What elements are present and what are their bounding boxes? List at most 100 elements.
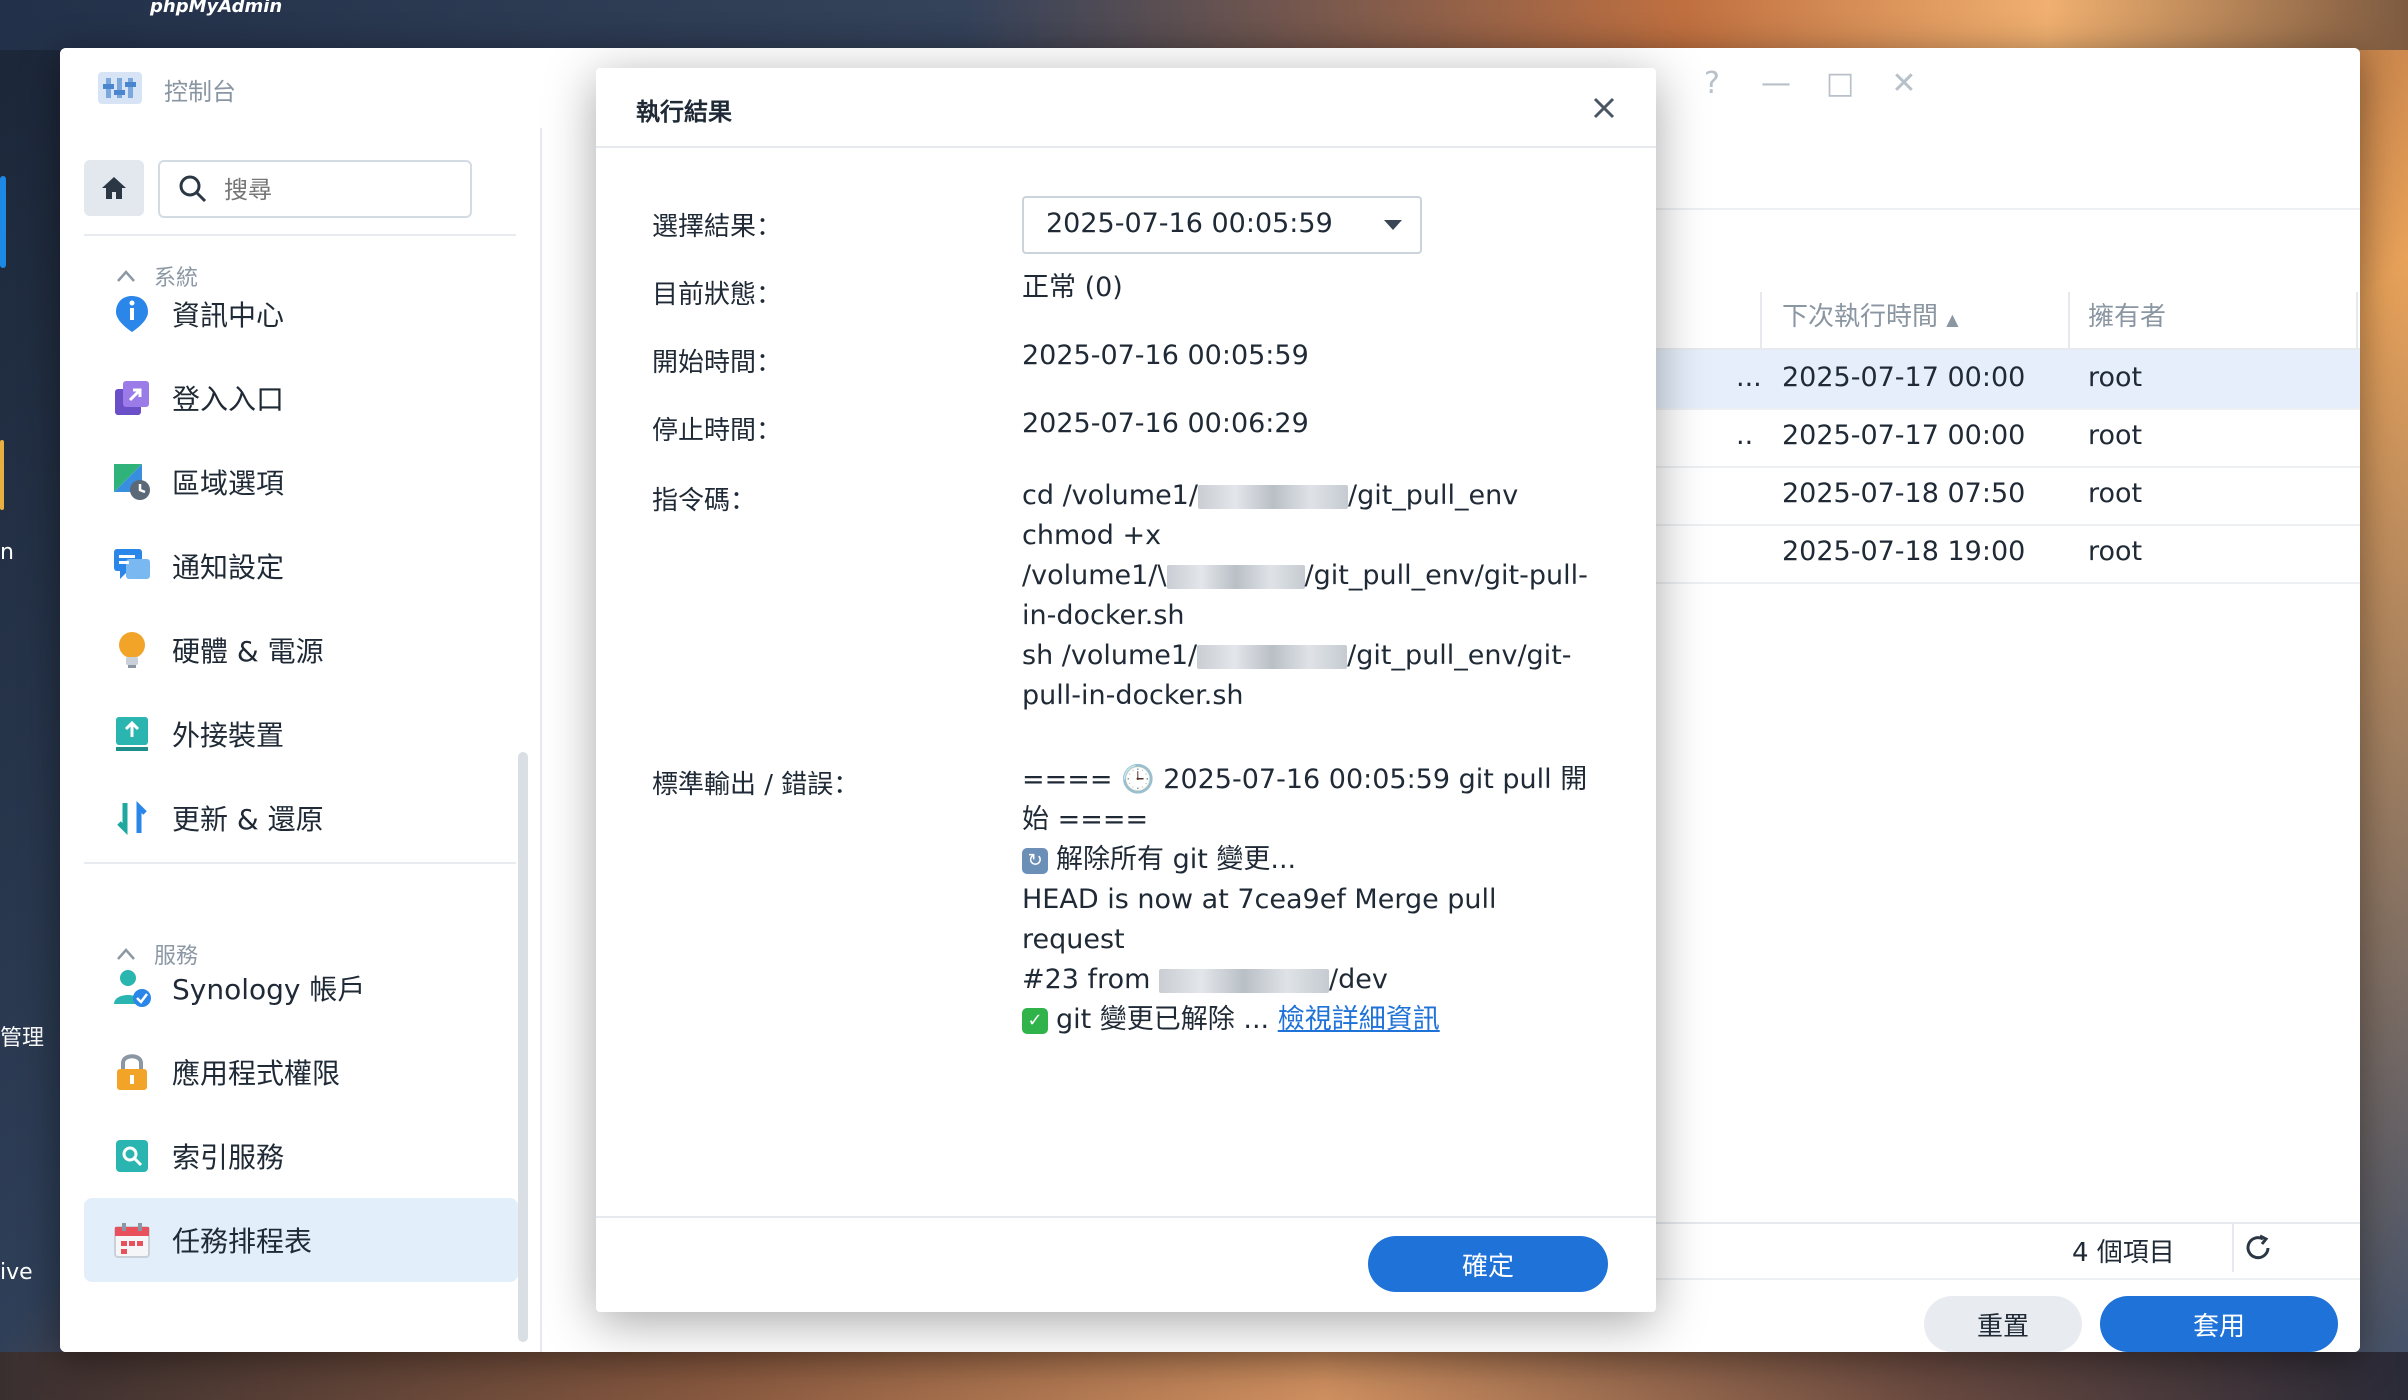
desktop-bottom-strip	[0, 1352, 2408, 1400]
column-header-owner[interactable]: 擁有者	[2088, 296, 2166, 333]
result-select-value: 2025-07-16 00:05:59	[1046, 208, 1333, 239]
divider	[84, 862, 516, 864]
cell-prefix: ...	[1736, 362, 1762, 393]
cell-next-run: 2025-07-17 00:00	[1782, 420, 2026, 451]
control-panel-icon	[98, 68, 142, 108]
cell-owner: root	[2088, 362, 2143, 393]
sidebar-item-label: 通知設定	[172, 551, 285, 584]
value-status: 正常 (0)	[1022, 272, 1123, 303]
apply-button[interactable]: 套用	[2100, 1296, 2338, 1352]
search-input[interactable]	[222, 172, 456, 208]
desktop-label: 管理	[0, 1026, 45, 1051]
sidebar-item-update-restore[interactable]: 更新 & 還原	[84, 776, 540, 860]
redacted-text	[1159, 968, 1329, 993]
value-start-time: 2025-07-16 00:05:59	[1022, 340, 1309, 371]
column-divider	[2068, 292, 2070, 348]
sidebar: 系統 資訊中心 登入入口 區域選項 通知設定	[60, 128, 542, 1352]
desktop-dock-item[interactable]	[0, 176, 6, 268]
label-select-result: 選擇結果：	[652, 212, 783, 242]
redacted-text	[1197, 484, 1348, 509]
minimize-icon[interactable]: —	[1756, 66, 1796, 101]
sidebar-item-indexing-service[interactable]: 索引服務	[84, 1114, 540, 1198]
sidebar-item-label: 索引服務	[172, 1141, 285, 1174]
close-icon[interactable]: ✕	[1884, 66, 1924, 101]
dialog-header[interactable]: 執行結果	[596, 68, 1656, 148]
dialog-footer-divider	[596, 1216, 1656, 1218]
sidebar-item-hardware-power[interactable]: 硬體 & 電源	[84, 608, 540, 692]
refresh-icon	[2246, 1234, 2270, 1260]
sidebar-item-label: 資訊中心	[172, 299, 285, 332]
desktop-dock-item[interactable]	[0, 440, 4, 510]
label-command: 指令碼：	[652, 486, 757, 516]
result-select[interactable]: 2025-07-16 00:05:59	[1022, 196, 1422, 254]
column-divider	[1760, 292, 1762, 348]
login-portal-icon	[112, 378, 152, 418]
app-privileges-icon	[112, 1052, 152, 1092]
cell-prefix: ..	[1736, 420, 1754, 451]
cell-owner: root	[2088, 420, 2143, 451]
label-stop-time: 停止時間：	[652, 416, 783, 446]
reset-button[interactable]: 重置	[1924, 1296, 2082, 1352]
cell-owner: root	[2088, 536, 2143, 567]
sidebar-item-label: 更新 & 還原	[172, 803, 324, 836]
desktop-label: n	[0, 540, 14, 565]
dialog-close-button[interactable]	[1582, 86, 1626, 130]
update-restore-icon	[112, 798, 152, 838]
indexing-service-icon	[112, 1136, 152, 1176]
synology-account-icon	[112, 968, 152, 1008]
cell-next-run: 2025-07-18 07:50	[1782, 478, 2026, 509]
sidebar-item-external-devices[interactable]: 外接裝置	[84, 692, 540, 776]
value-command: cd /volume1//git_pull_env chmod +x /volu…	[1022, 480, 1588, 711]
redacted-text	[1197, 644, 1348, 669]
home-button[interactable]	[84, 160, 144, 216]
dialog-title: 執行結果	[636, 98, 732, 126]
execution-result-dialog: 執行結果 選擇結果： 2025-07-16 00:05:59 目前狀態： 正常 …	[596, 68, 1656, 1312]
sidebar-item-label: Synology 帳戶	[172, 973, 366, 1006]
column-divider	[2356, 292, 2358, 348]
value-output: ==== 🕒 2025-07-16 00:05:59 git pull 開 始 …	[1022, 764, 1588, 1035]
desktop-top-strip	[0, 0, 2408, 50]
cell-next-run: 2025-07-18 19:00	[1782, 536, 2026, 567]
maximize-icon[interactable]: □	[1820, 66, 1860, 101]
refresh-button[interactable]	[2232, 1224, 2282, 1272]
search-icon	[179, 175, 207, 203]
search-box[interactable]	[158, 160, 472, 218]
redacted-text	[1166, 564, 1305, 589]
sidebar-item-login-portal[interactable]: 登入入口	[84, 356, 540, 440]
sidebar-item-regional-options[interactable]: 區域選項	[84, 440, 540, 524]
check-mark-icon: ✓	[1022, 1007, 1048, 1034]
cell-next-run: 2025-07-17 00:00	[1782, 362, 2026, 393]
sidebar-item-label: 硬體 & 電源	[172, 635, 324, 668]
sidebar-item-notification[interactable]: 通知設定	[84, 524, 540, 608]
sidebar-item-app-privileges[interactable]: 應用程式權限	[84, 1030, 540, 1114]
cell-owner: root	[2088, 478, 2143, 509]
sort-ascending-icon: ▲	[1946, 310, 1959, 329]
view-details-link[interactable]: 檢視詳細資訊	[1278, 1004, 1440, 1035]
sidebar-item-label: 外接裝置	[172, 719, 285, 752]
label-current-status: 目前狀態：	[652, 280, 783, 310]
refresh-emoji-icon: ↻	[1022, 847, 1048, 874]
sidebar-scrollbar[interactable]	[518, 752, 528, 1342]
regional-options-icon	[112, 462, 152, 502]
label-output: 標準輸出 / 錯誤：	[652, 770, 860, 800]
label-start-time: 開始時間：	[652, 348, 783, 378]
sidebar-item-task-scheduler[interactable]: 任務排程表	[84, 1198, 518, 1282]
value-stop-time: 2025-07-16 00:06:29	[1022, 408, 1309, 439]
sidebar-item-info-center[interactable]: 資訊中心	[84, 272, 540, 356]
sidebar-item-label: 應用程式權限	[172, 1057, 341, 1090]
caret-down-icon	[1384, 220, 1402, 230]
desktop-app-label[interactable]: phpMyAdmin	[150, 0, 282, 17]
item-count: 4 個項目	[2072, 1238, 2175, 1268]
info-icon	[112, 294, 152, 334]
divider	[84, 234, 516, 236]
home-icon	[102, 177, 126, 199]
column-header-next-run[interactable]: 下次執行時間 ▲	[1782, 296, 1959, 333]
sidebar-item-label: 任務排程表	[172, 1225, 313, 1258]
ok-button[interactable]: 確定	[1368, 1236, 1608, 1292]
notification-icon	[112, 546, 152, 586]
help-icon[interactable]: ?	[1692, 66, 1732, 101]
window-title: 控制台	[164, 78, 236, 106]
desktop-label: ive	[0, 1260, 33, 1285]
sidebar-item-synology-account[interactable]: Synology 帳戶	[84, 946, 540, 1030]
task-scheduler-icon	[112, 1220, 152, 1260]
